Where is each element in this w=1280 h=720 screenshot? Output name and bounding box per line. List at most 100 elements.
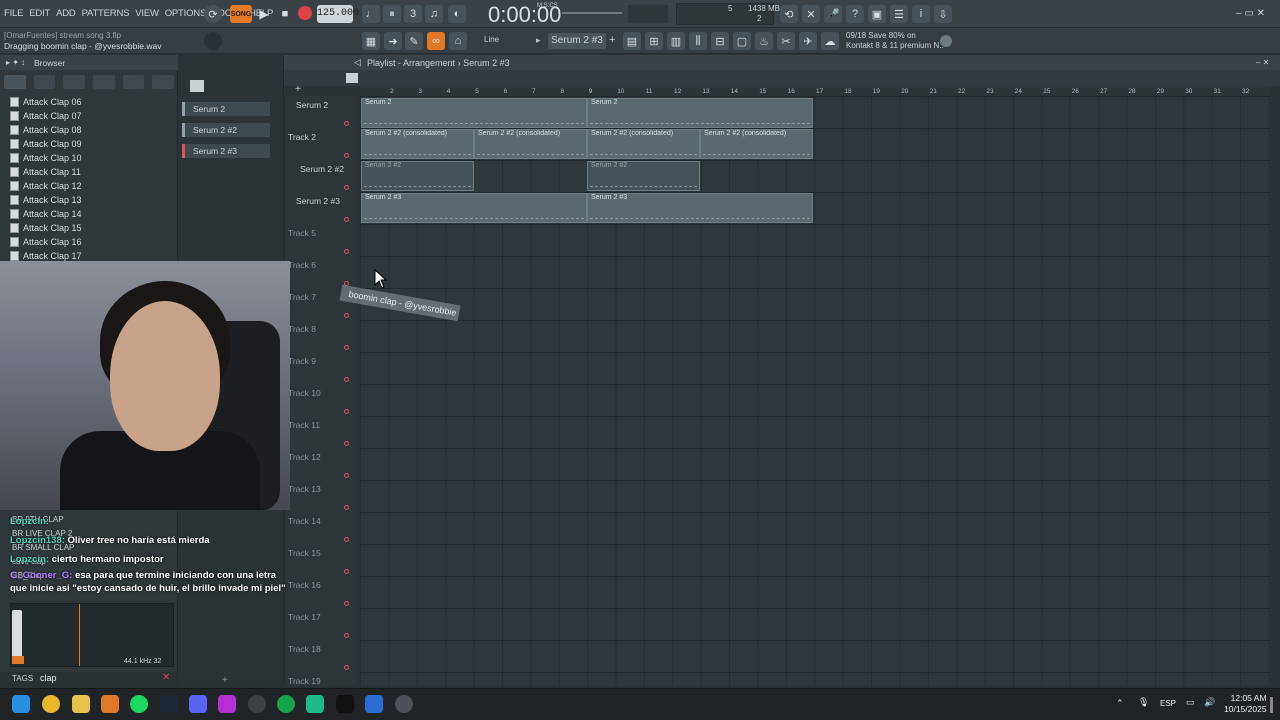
step-edit-icon[interactable]: ♫ xyxy=(425,5,443,23)
picker-item[interactable]: Serum 2 #3 xyxy=(182,144,270,158)
browser-item[interactable]: Attack Clap 13 xyxy=(10,193,82,207)
master-volume-slider[interactable] xyxy=(562,12,622,14)
track-name[interactable]: Track 10 xyxy=(288,388,321,398)
fl-studio-icon[interactable] xyxy=(101,695,119,713)
add-picker-icon[interactable]: + xyxy=(222,675,228,686)
link-tool-icon[interactable]: ∞ xyxy=(427,32,445,50)
track-mute-icon[interactable] xyxy=(344,377,349,382)
track-name[interactable]: Serum 2 #3 xyxy=(296,196,340,206)
browser-audio-icon[interactable] xyxy=(63,75,86,89)
picker-item[interactable]: Serum 2 #2 xyxy=(182,123,270,137)
track-name[interactable]: Track 19 xyxy=(288,676,321,686)
microphone-icon[interactable]: 🎤 xyxy=(824,5,842,23)
chrome-icon[interactable] xyxy=(42,695,60,713)
browser-star-icon[interactable] xyxy=(152,75,175,89)
download-icon[interactable]: ⇩ xyxy=(934,5,952,23)
browser-item[interactable]: Attack Clap 12 xyxy=(10,179,82,193)
taskbar-clock[interactable]: 12:05 AM 10/15/2025 xyxy=(1224,693,1267,715)
show-desktop-button[interactable] xyxy=(1270,697,1273,713)
xbox-icon[interactable] xyxy=(277,695,295,713)
stop-button[interactable]: ■ xyxy=(276,5,294,23)
browser-nav-icon[interactable]: ▸ ✦ ↕ xyxy=(6,58,25,67)
news-panel[interactable]: 09/18 Save 80% on Kontakt 8 & 11 premium… xyxy=(846,31,944,51)
tiktok-icon[interactable] xyxy=(336,695,354,713)
track-name[interactable]: Track 17 xyxy=(288,612,321,622)
window-app-icon[interactable] xyxy=(365,695,383,713)
wait-input-icon[interactable]: ⏸ xyxy=(383,5,401,23)
track-mute-icon[interactable] xyxy=(344,601,349,606)
track-name[interactable]: Track 18 xyxy=(288,644,321,654)
track-name[interactable]: Track 13 xyxy=(288,484,321,494)
track-mute-icon[interactable] xyxy=(344,121,349,126)
steam-icon[interactable] xyxy=(160,695,178,713)
track-mute-icon[interactable] xyxy=(344,345,349,350)
obs-icon[interactable] xyxy=(248,695,266,713)
plugin-picker-icon[interactable]: ♨ xyxy=(755,32,773,50)
save-icon[interactable]: ▣ xyxy=(868,5,886,23)
blend-notes-icon[interactable]: ◐ xyxy=(448,5,466,23)
stamp-tool-icon[interactable]: ⌂ xyxy=(449,32,467,50)
browser-item[interactable]: Attack Clap 11 xyxy=(10,165,82,179)
record-button[interactable] xyxy=(298,6,312,20)
browser-item[interactable]: Attack Clap 10 xyxy=(10,151,82,165)
browser-item[interactable]: Attack Clap 07 xyxy=(10,109,82,123)
track-name[interactable]: Track 9 xyxy=(288,356,316,366)
piano-view-icon[interactable]: ▥ xyxy=(667,32,685,50)
pattern-mode-icon[interactable] xyxy=(346,73,358,83)
track-name[interactable]: Track 2 xyxy=(288,132,316,142)
picker-item[interactable]: Serum 2 xyxy=(182,102,270,116)
piano-roll-icon[interactable]: ▦ xyxy=(362,32,380,50)
app-icon[interactable] xyxy=(306,695,324,713)
pattern-clip[interactable]: Serum 2 #3 xyxy=(361,193,587,223)
play-button[interactable]: ▶ xyxy=(255,5,273,23)
browser-item[interactable]: Attack Clap 09 xyxy=(10,137,82,151)
arrow-tool-icon[interactable]: ➜ xyxy=(384,32,402,50)
tempo-display[interactable]: 125.000 xyxy=(317,5,359,23)
undo-history-icon[interactable]: ⟲ xyxy=(780,5,798,23)
pattern-clip[interactable]: Serum 2 xyxy=(587,98,813,128)
spotify-icon[interactable] xyxy=(130,695,148,713)
mixer-icon[interactable]: ☰ xyxy=(890,5,908,23)
help-icon[interactable]: ? xyxy=(846,5,864,23)
track-mute-icon[interactable] xyxy=(344,665,349,670)
track-mute-icon[interactable] xyxy=(344,505,349,510)
loop-record-icon[interactable]: ⟳ xyxy=(204,5,222,23)
track-mute-icon[interactable] xyxy=(344,409,349,414)
picker-pattern-icon[interactable] xyxy=(190,80,204,92)
track-name[interactable]: Track 8 xyxy=(288,324,316,334)
cloud-icon[interactable]: ☁ xyxy=(821,32,839,50)
network-icon[interactable]: ▭ xyxy=(1186,697,1195,708)
playlist-view-icon[interactable]: ▤ xyxy=(623,32,641,50)
preview-play-icon[interactable] xyxy=(12,656,24,664)
browser-back-icon[interactable] xyxy=(4,75,26,89)
browser-item[interactable]: Attack Clap 08 xyxy=(10,123,82,137)
menu-add[interactable]: ADD xyxy=(56,8,76,19)
globe-icon[interactable] xyxy=(940,35,952,47)
mixer-view-icon[interactable]: ⫼ xyxy=(689,32,707,50)
countdown-icon[interactable]: 3 xyxy=(404,5,422,23)
track-mute-icon[interactable] xyxy=(344,185,349,190)
master-pitch-knob[interactable] xyxy=(204,32,222,50)
window-controls[interactable]: – ▭ ✕ xyxy=(1236,8,1265,19)
clear-tags-icon[interactable]: ✕ xyxy=(162,672,170,683)
menu-edit[interactable]: EDIT xyxy=(29,8,50,19)
muted-pattern-clip[interactable]: Serum 2 #2 xyxy=(361,161,474,191)
browser-cloud-icon[interactable] xyxy=(122,75,145,89)
pattern-clip[interactable]: Serum 2 #2 (consolidated) xyxy=(700,129,813,159)
track-mute-icon[interactable] xyxy=(344,473,349,478)
playlist-window-controls[interactable]: – ✕ xyxy=(1256,58,1269,67)
microphone-tray-icon[interactable]: 🎙 xyxy=(1138,697,1149,708)
playlist-grid[interactable] xyxy=(360,96,1270,686)
browser-item[interactable]: Attack Clap 15 xyxy=(10,221,82,235)
canva-icon[interactable] xyxy=(218,695,236,713)
add-track-icon[interactable]: + xyxy=(295,84,301,95)
settings-icon[interactable] xyxy=(395,695,413,713)
snap-selector[interactable]: Line xyxy=(484,35,499,44)
pattern-selector[interactable]: Serum 2 #3 xyxy=(548,33,606,49)
track-mute-icon[interactable] xyxy=(344,441,349,446)
playlist-menu-icon[interactable]: ◁ xyxy=(354,57,361,68)
song-mode-toggle[interactable]: SONG xyxy=(230,5,252,23)
track-name[interactable]: Track 12 xyxy=(288,452,321,462)
windows-start-icon[interactable] xyxy=(12,695,30,713)
language-indicator[interactable]: ESP xyxy=(1160,699,1176,708)
